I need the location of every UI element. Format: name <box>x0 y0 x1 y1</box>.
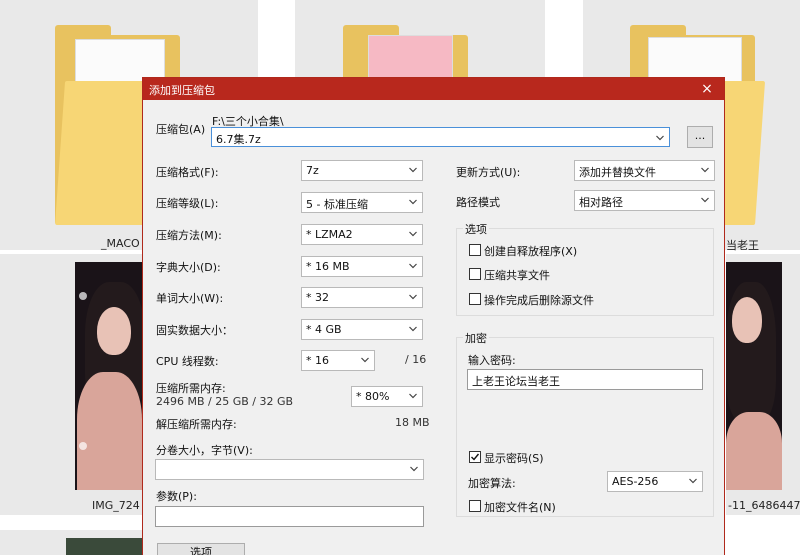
show-password-label: 显示密码(S) <box>484 452 544 465</box>
checkmark-icon <box>471 453 480 461</box>
add-to-archive-dialog: 添加到压缩包 × 压缩包(A) F:\三个小合集\ 6.7集.7z ... 压缩… <box>142 77 725 555</box>
update-value: 添加并替换文件 <box>579 166 656 179</box>
method-select[interactable]: * LZMA2 <box>301 224 423 245</box>
encryption-method-value: AES-256 <box>612 475 659 488</box>
folder-label: 当老王 <box>726 239 759 252</box>
options-button-label: 选项 <box>190 546 212 555</box>
format-value: 7z <box>306 164 319 177</box>
photo-thumbnail <box>66 538 142 555</box>
browse-button-label: ... <box>694 129 706 142</box>
photo-label: -11_648644796 <box>728 499 800 512</box>
solid-label: 固实数据大小： <box>156 324 233 337</box>
encryption-group-title: 加密 <box>463 330 489 346</box>
sfx-label: 创建自释放程序(X) <box>484 245 578 258</box>
folder-label: _MACO <box>101 237 140 250</box>
method-label: 压缩方法(M): <box>156 229 222 242</box>
word-select[interactable]: * 32 <box>301 287 423 308</box>
demem-value: 18 MB <box>395 416 430 429</box>
options-button[interactable]: 选项 <box>157 543 245 555</box>
path-mode-value: 相对路径 <box>579 196 623 209</box>
shared-label: 压缩共享文件 <box>484 269 550 282</box>
title-bar[interactable]: 添加到压缩包 × <box>143 78 724 100</box>
shared-checkbox[interactable] <box>469 268 481 280</box>
chevron-down-icon <box>409 392 417 400</box>
word-value: * 32 <box>306 291 329 304</box>
chevron-down-icon <box>409 293 417 301</box>
params-label: 参数(P): <box>156 490 197 503</box>
threads-max: / 16 <box>405 353 427 366</box>
params-input[interactable] <box>155 506 424 527</box>
mem-label: 压缩所需内存: <box>156 382 226 395</box>
chevron-down-icon <box>701 166 709 174</box>
delete-checkbox[interactable] <box>469 293 481 305</box>
format-select[interactable]: 7z <box>301 160 423 181</box>
close-icon[interactable]: × <box>690 78 724 100</box>
chevron-down-icon <box>409 166 417 174</box>
mem-percent-value: * 80% <box>356 390 390 403</box>
archive-name-combo[interactable]: 6.7集.7z <box>211 127 670 147</box>
solid-select[interactable]: * 4 GB <box>301 319 423 340</box>
sfx-checkbox[interactable] <box>469 244 481 256</box>
mem-percent-select[interactable]: * 80% <box>351 386 423 407</box>
level-value: 5 - 标准压缩 <box>306 198 368 211</box>
password-input[interactable]: 上老王论坛当老王 <box>467 369 703 390</box>
path-mode-select[interactable]: 相对路径 <box>574 190 715 211</box>
photo-thumbnail <box>726 262 782 490</box>
archive-name: 6.7集.7z <box>216 133 261 146</box>
word-label: 单词大小(W): <box>156 292 224 305</box>
show-password-checkbox[interactable] <box>469 451 481 463</box>
dict-label: 字典大小(D): <box>156 261 221 274</box>
split-combo[interactable] <box>155 459 424 480</box>
archive-label: 压缩包(A) <box>156 123 206 136</box>
delete-label: 操作完成后删除源文件 <box>484 294 594 307</box>
encrypt-names-label: 加密文件名(N) <box>484 501 556 514</box>
update-label: 更新方式(U): <box>456 166 521 179</box>
threads-label: CPU 线程数: <box>156 355 219 368</box>
chevron-down-icon <box>409 230 417 238</box>
level-label: 压缩等级(L): <box>156 197 219 210</box>
photo-thumbnail <box>75 262 142 490</box>
level-select[interactable]: 5 - 标准压缩 <box>301 192 423 213</box>
folder-icon <box>343 25 468 85</box>
solid-value: * 4 GB <box>306 323 342 336</box>
path-mode-label: 路径模式 <box>456 196 500 209</box>
options-group-title: 选项 <box>463 221 489 237</box>
chevron-down-icon <box>689 477 697 485</box>
method-value: * LZMA2 <box>306 228 353 241</box>
encryption-method-select[interactable]: AES-256 <box>607 471 703 492</box>
photo-label: IMG_724 <box>92 499 140 512</box>
encrypt-names-checkbox[interactable] <box>469 500 481 512</box>
update-select[interactable]: 添加并替换文件 <box>574 160 715 181</box>
chevron-down-icon <box>656 134 664 142</box>
dict-select[interactable]: * 16 MB <box>301 256 423 277</box>
chevron-down-icon <box>409 198 417 206</box>
password-label: 输入密码: <box>468 354 516 367</box>
chevron-down-icon <box>361 356 369 364</box>
threads-select[interactable]: * 16 <box>301 350 375 371</box>
dialog-title: 添加到压缩包 <box>149 84 215 97</box>
chevron-down-icon <box>409 325 417 333</box>
password-value: 上老王论坛当老王 <box>472 375 560 388</box>
dict-value: * 16 MB <box>306 260 350 273</box>
browse-button[interactable]: ... <box>687 126 713 148</box>
encryption-method-label: 加密算法: <box>468 477 516 490</box>
format-label: 压缩格式(F): <box>156 166 219 179</box>
chevron-down-icon <box>701 196 709 204</box>
mem-value: 2496 MB / 25 GB / 32 GB <box>156 395 294 408</box>
chevron-down-icon <box>410 465 418 473</box>
chevron-down-icon <box>409 262 417 270</box>
split-label: 分卷大小，字节(V): <box>156 444 253 457</box>
threads-value: * 16 <box>306 354 329 367</box>
demem-label: 解压缩所需内存: <box>156 418 237 431</box>
